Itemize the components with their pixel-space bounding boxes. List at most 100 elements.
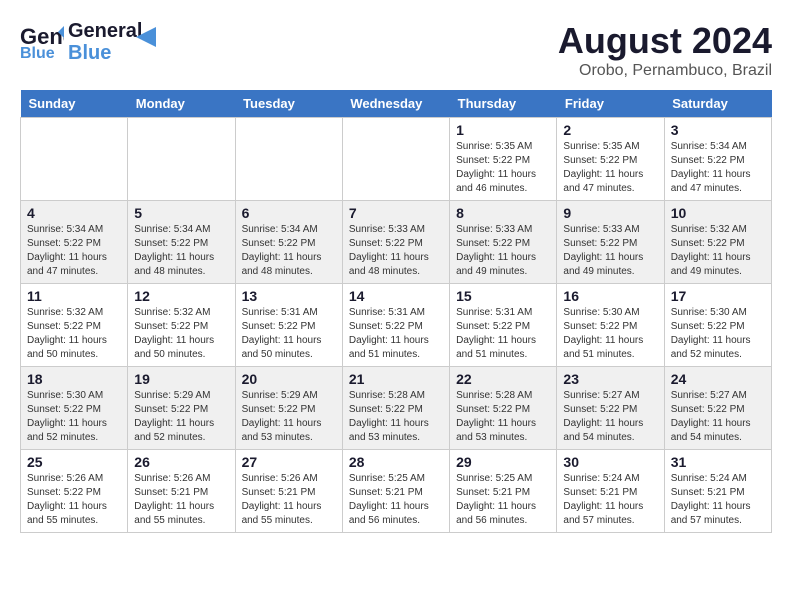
day-cell bbox=[342, 118, 449, 201]
day-cell bbox=[235, 118, 342, 201]
day-number: 25 bbox=[27, 454, 121, 470]
weekday-header-thursday: Thursday bbox=[450, 90, 557, 118]
day-info: Sunrise: 5:26 AM Sunset: 5:21 PM Dayligh… bbox=[134, 472, 228, 528]
day-cell: 8 Sunrise: 5:33 AM Sunset: 5:22 PM Daylig… bbox=[450, 201, 557, 284]
day-info: Sunrise: 5:34 AM Sunset: 5:22 PM Dayligh… bbox=[242, 223, 336, 279]
day-cell: 9 Sunrise: 5:33 AM Sunset: 5:22 PM Daylig… bbox=[557, 201, 664, 284]
day-info: Sunrise: 5:28 AM Sunset: 5:22 PM Dayligh… bbox=[349, 389, 443, 445]
day-info: Sunrise: 5:28 AM Sunset: 5:22 PM Dayligh… bbox=[456, 389, 550, 445]
logo: General Blue General Blue bbox=[20, 20, 156, 64]
day-cell: 19Sunrise: 5:29 AM Sunset: 5:22 PM Dayli… bbox=[128, 367, 235, 450]
day-number: 9 bbox=[563, 205, 657, 221]
weekday-header-monday: Monday bbox=[128, 90, 235, 118]
day-number: 16 bbox=[563, 288, 657, 304]
day-number: 5 bbox=[134, 205, 228, 221]
day-cell: 20 Sunrise: 5:29 AM Sunset: 5:22 PM Dayli… bbox=[235, 367, 342, 450]
day-number: 27 bbox=[242, 454, 336, 470]
day-number: 18 bbox=[27, 371, 121, 387]
day-number: 17 bbox=[671, 288, 765, 304]
day-number: 28 bbox=[349, 454, 443, 470]
day-info: Sunrise: 5:31 AM Sunset: 5:22 PM Dayligh… bbox=[456, 306, 550, 362]
day-cell: 1 Sunrise: 5:35 AM Sunset: 5:22 PM Daylig… bbox=[450, 118, 557, 201]
day-info: Sunrise: 5:30 AM Sunset: 5:22 PM Dayligh… bbox=[27, 389, 121, 445]
day-number: 26 bbox=[134, 454, 228, 470]
day-cell: 28 Sunrise: 5:25 AM Sunset: 5:21 PM Dayli… bbox=[342, 450, 449, 533]
week-row-3: 11 Sunrise: 5:32 AM Sunset: 5:22 PM Dayli… bbox=[21, 284, 772, 367]
day-info: Sunrise: 5:31 AM Sunset: 5:22 PM Dayligh… bbox=[242, 306, 336, 362]
day-number: 24 bbox=[671, 371, 765, 387]
week-row-1: 1 Sunrise: 5:35 AM Sunset: 5:22 PM Daylig… bbox=[21, 118, 772, 201]
weekday-header-saturday: Saturday bbox=[664, 90, 771, 118]
day-cell: 15 Sunrise: 5:31 AM Sunset: 5:22 PM Dayli… bbox=[450, 284, 557, 367]
day-cell: 21 Sunrise: 5:28 AM Sunset: 5:22 PM Dayli… bbox=[342, 367, 449, 450]
week-row-4: 18 Sunrise: 5:30 AM Sunset: 5:22 PM Dayli… bbox=[21, 367, 772, 450]
day-info: Sunrise: 5:30 AM Sunset: 5:22 PM Dayligh… bbox=[671, 306, 765, 362]
day-info: Sunrise: 5:34 AM Sunset: 5:22 PM Dayligh… bbox=[134, 223, 228, 279]
day-number: 8 bbox=[456, 205, 550, 221]
day-number: 31 bbox=[671, 454, 765, 470]
day-cell: 2 Sunrise: 5:35 AM Sunset: 5:22 PM Daylig… bbox=[557, 118, 664, 201]
day-info: Sunrise: 5:35 AM Sunset: 5:22 PM Dayligh… bbox=[563, 140, 657, 196]
day-number: 10 bbox=[671, 205, 765, 221]
day-number: 20 bbox=[242, 371, 336, 387]
day-info: Sunrise: 5:34 AM Sunset: 5:22 PM Dayligh… bbox=[671, 140, 765, 196]
logo-general: General bbox=[68, 20, 142, 42]
weekday-header-row: SundayMondayTuesdayWednesdayThursdayFrid… bbox=[21, 90, 772, 118]
day-info: Sunrise: 5:27 AM Sunset: 5:22 PM Dayligh… bbox=[671, 389, 765, 445]
day-info: Sunrise: 5:24 AM Sunset: 5:21 PM Dayligh… bbox=[563, 472, 657, 528]
day-number: 22 bbox=[456, 371, 550, 387]
day-cell: 7 Sunrise: 5:33 AM Sunset: 5:22 PM Daylig… bbox=[342, 201, 449, 284]
day-info: Sunrise: 5:29 AM Sunset: 5:22 PM Dayligh… bbox=[242, 389, 336, 445]
page-header: General Blue General Blue August 2024 Or… bbox=[20, 20, 772, 80]
day-number: 12 bbox=[134, 288, 228, 304]
day-info: Sunrise: 5:35 AM Sunset: 5:22 PM Dayligh… bbox=[456, 140, 550, 196]
day-number: 15 bbox=[456, 288, 550, 304]
day-cell: 11 Sunrise: 5:32 AM Sunset: 5:22 PM Dayli… bbox=[21, 284, 128, 367]
week-row-2: 4 Sunrise: 5:34 AM Sunset: 5:22 PM Daylig… bbox=[21, 201, 772, 284]
day-info: Sunrise: 5:32 AM Sunset: 5:22 PM Dayligh… bbox=[134, 306, 228, 362]
day-cell: 27Sunrise: 5:26 AM Sunset: 5:21 PM Dayli… bbox=[235, 450, 342, 533]
day-cell: 24 Sunrise: 5:27 AM Sunset: 5:22 PM Dayli… bbox=[664, 367, 771, 450]
day-info: Sunrise: 5:32 AM Sunset: 5:22 PM Dayligh… bbox=[27, 306, 121, 362]
day-number: 11 bbox=[27, 288, 121, 304]
weekday-header-friday: Friday bbox=[557, 90, 664, 118]
day-info: Sunrise: 5:25 AM Sunset: 5:21 PM Dayligh… bbox=[456, 472, 550, 528]
day-info: Sunrise: 5:32 AM Sunset: 5:22 PM Dayligh… bbox=[671, 223, 765, 279]
day-info: Sunrise: 5:34 AM Sunset: 5:22 PM Dayligh… bbox=[27, 223, 121, 279]
day-cell: 26 Sunrise: 5:26 AM Sunset: 5:21 PM Dayli… bbox=[128, 450, 235, 533]
weekday-header-wednesday: Wednesday bbox=[342, 90, 449, 118]
day-number: 19 bbox=[134, 371, 228, 387]
calendar-table: SundayMondayTuesdayWednesdayThursdayFrid… bbox=[20, 90, 772, 533]
day-info: Sunrise: 5:33 AM Sunset: 5:22 PM Dayligh… bbox=[349, 223, 443, 279]
day-cell: 16Sunrise: 5:30 AM Sunset: 5:22 PM Dayli… bbox=[557, 284, 664, 367]
day-info: Sunrise: 5:27 AM Sunset: 5:22 PM Dayligh… bbox=[563, 389, 657, 445]
day-number: 13 bbox=[242, 288, 336, 304]
day-number: 2 bbox=[563, 122, 657, 138]
day-cell: 5 Sunrise: 5:34 AM Sunset: 5:22 PM Daylig… bbox=[128, 201, 235, 284]
day-number: 4 bbox=[27, 205, 121, 221]
day-info: Sunrise: 5:25 AM Sunset: 5:21 PM Dayligh… bbox=[349, 472, 443, 528]
day-info: Sunrise: 5:33 AM Sunset: 5:22 PM Dayligh… bbox=[456, 223, 550, 279]
svg-text:Blue: Blue bbox=[20, 45, 55, 60]
day-number: 7 bbox=[349, 205, 443, 221]
day-number: 1 bbox=[456, 122, 550, 138]
day-number: 30 bbox=[563, 454, 657, 470]
day-cell: 12 Sunrise: 5:32 AM Sunset: 5:22 PM Dayli… bbox=[128, 284, 235, 367]
day-cell: 30 Sunrise: 5:24 AM Sunset: 5:21 PM Dayli… bbox=[557, 450, 664, 533]
day-number: 23 bbox=[563, 371, 657, 387]
day-cell: 4 Sunrise: 5:34 AM Sunset: 5:22 PM Daylig… bbox=[21, 201, 128, 284]
day-cell: 10 Sunrise: 5:32 AM Sunset: 5:22 PM Dayli… bbox=[664, 201, 771, 284]
week-row-5: 25Sunrise: 5:26 AM Sunset: 5:22 PM Dayli… bbox=[21, 450, 772, 533]
logo-blue: Blue bbox=[68, 42, 142, 64]
logo-icon: General Blue bbox=[20, 24, 64, 60]
day-number: 21 bbox=[349, 371, 443, 387]
weekday-header-tuesday: Tuesday bbox=[235, 90, 342, 118]
day-number: 3 bbox=[671, 122, 765, 138]
day-cell: 14Sunrise: 5:31 AM Sunset: 5:22 PM Dayli… bbox=[342, 284, 449, 367]
subtitle: Orobo, Pernambuco, Brazil bbox=[558, 62, 772, 80]
day-number: 6 bbox=[242, 205, 336, 221]
day-info: Sunrise: 5:33 AM Sunset: 5:22 PM Dayligh… bbox=[563, 223, 657, 279]
day-cell bbox=[21, 118, 128, 201]
day-number: 29 bbox=[456, 454, 550, 470]
day-cell: 3 Sunrise: 5:34 AM Sunset: 5:22 PM Daylig… bbox=[664, 118, 771, 201]
